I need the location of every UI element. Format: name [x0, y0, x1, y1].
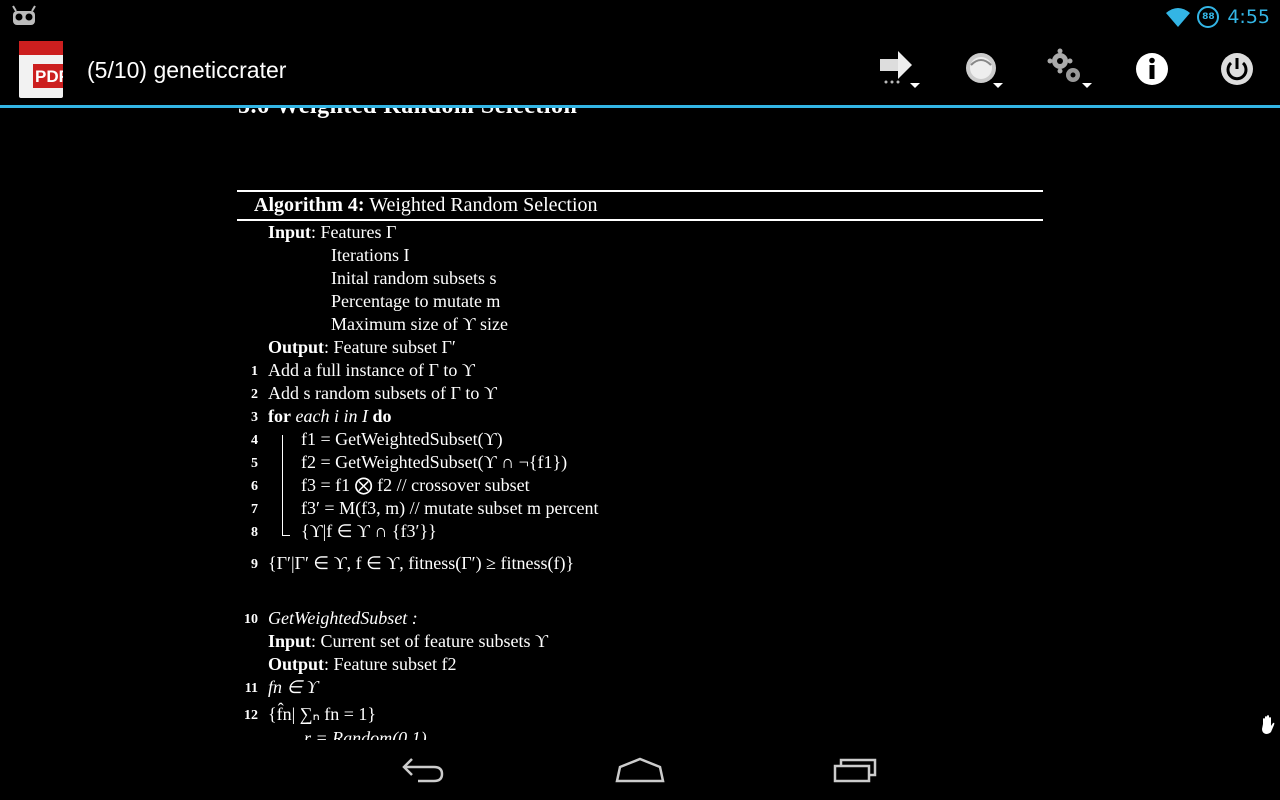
algorithm-line: {ϒ|f ∈ ϒ ∩ {f3′}}	[301, 521, 437, 541]
line-number: 1	[251, 364, 258, 379]
algorithm-line: f3 = f1 ⨂ f2 // crossover subset	[301, 475, 530, 495]
line-number: 2	[251, 387, 258, 402]
back-icon	[402, 758, 444, 783]
line-number: 7	[251, 502, 258, 517]
algorithm-title-rule	[237, 219, 1043, 221]
recent-apps-button[interactable]	[816, 748, 896, 792]
section-heading: 5.6 Weighted Random Selection	[238, 108, 577, 120]
info-button[interactable]	[1112, 33, 1192, 105]
cut-off-line: r = Random(0,1)	[304, 728, 427, 740]
app-icon-label: PDF	[35, 67, 63, 86]
input-item: Inital random subsets s	[331, 268, 497, 288]
loop-condition: each i in I	[295, 406, 368, 426]
output-line: Output: Feature subset Γ′	[268, 337, 456, 357]
input-item: Maximum size of ϒ size	[331, 314, 508, 334]
settings-button[interactable]	[1028, 33, 1108, 105]
line-number: 12	[244, 708, 258, 723]
document-title[interactable]: (5/10) geneticcrater	[87, 57, 286, 84]
battery-level: 88	[1202, 12, 1215, 22]
algorithm-name: Weighted Random Selection	[369, 194, 598, 216]
search-icon	[966, 53, 1003, 88]
line-number: 3	[251, 410, 258, 425]
pdf-page-view[interactable]: 5.6 Weighted Random Selection Algorithm …	[0, 108, 1280, 740]
line-number: 6	[251, 479, 258, 494]
input-item: Percentage to mutate m	[331, 291, 501, 311]
output-label: Output	[268, 337, 325, 357]
algorithm-line: {f̂n| ∑ₙ fn = 1}	[268, 704, 377, 724]
line-number: 4	[251, 433, 258, 448]
goto-page-button[interactable]	[858, 33, 938, 105]
input-label: Input	[268, 631, 312, 651]
wifi-icon	[1166, 8, 1191, 27]
status-bar: 88 4:55	[0, 0, 1280, 33]
exit-button[interactable]	[1197, 33, 1277, 105]
pdf-app-icon[interactable]: PDF	[19, 41, 63, 98]
algorithm-label: Algorithm 4:	[254, 194, 365, 216]
algorithm-top-rule	[237, 190, 1043, 192]
algorithm-line: for each i in I do	[268, 406, 391, 427]
search-button[interactable]	[943, 33, 1023, 105]
pan-hand-icon[interactable]	[1259, 715, 1277, 735]
loop-bracket	[282, 435, 283, 536]
line-number: 11	[244, 681, 258, 696]
input-item: Iterations I	[331, 245, 410, 265]
algorithm-line: fn ∈ ϒ	[268, 677, 319, 697]
clock: 4:55	[1227, 6, 1270, 28]
output-text: Feature subset Γ′	[333, 337, 456, 357]
do-keyword: do	[372, 406, 392, 426]
loop-bracket-foot	[282, 535, 290, 536]
algorithm-line: f2 = GetWeightedSubset(ϒ ∩ ¬{f1})	[301, 452, 568, 472]
algorithm-title: Algorithm 4: Weighted Random Selection	[254, 194, 598, 217]
home-button[interactable]	[600, 748, 680, 792]
android-debug-icon	[12, 5, 36, 25]
action-bar: PDF (5/10) geneticcrater	[0, 33, 1280, 108]
sub-input-text: Current set of feature subsets ϒ	[320, 631, 548, 651]
algorithm-line: Add s random subsets of Γ to ϒ	[268, 383, 497, 403]
line-number: 8	[251, 525, 258, 540]
line-number: 10	[244, 612, 258, 627]
algorithm-line: f1 = GetWeightedSubset(ϒ)	[301, 429, 503, 449]
goto-page-icon	[880, 51, 920, 88]
algorithm-line: f3′ = M(f3, m) // mutate subset m percen…	[301, 498, 599, 518]
input-line: Input: Features Γ	[268, 222, 397, 242]
algorithm-line: {Γ′|Γ′ ∈ ϒ, f ∈ ϒ, fitness(Γ′) ≥ fitness…	[268, 553, 575, 573]
navigation-bar	[0, 740, 1280, 800]
power-icon	[1221, 53, 1253, 85]
algorithm-line: Add a full instance of Γ to ϒ	[268, 360, 475, 380]
line-number: 5	[251, 456, 258, 471]
home-icon	[615, 757, 665, 783]
for-keyword: for	[268, 406, 291, 426]
line-number: 9	[251, 557, 258, 572]
input-label: Input	[268, 222, 312, 242]
input-item: Features Γ	[320, 222, 397, 242]
settings-icon	[1047, 48, 1092, 88]
back-button[interactable]	[384, 748, 464, 792]
algorithm-line: GetWeightedSubset :	[268, 608, 418, 628]
sub-output-text: Feature subset f2	[333, 654, 457, 674]
info-icon	[1136, 53, 1168, 85]
battery-icon: 88	[1197, 6, 1220, 28]
sub-output-line: Output: Feature subset f2	[268, 654, 457, 674]
sub-input-line: Input: Current set of feature subsets ϒ	[268, 631, 548, 651]
output-label: Output	[268, 654, 325, 674]
recent-apps-icon	[833, 758, 877, 783]
